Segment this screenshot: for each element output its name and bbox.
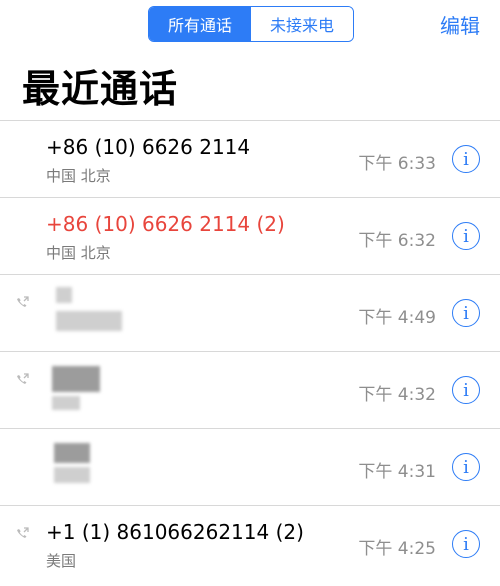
outgoing-call-icon-svg xyxy=(17,527,29,538)
caller-name: +1 (1) 861066262114 (2) xyxy=(46,520,304,544)
call-time: 下午 4:25 xyxy=(358,539,436,559)
segment-missed-calls[interactable]: 未接来电 xyxy=(251,7,353,41)
call-time: 下午 4:49 xyxy=(358,308,436,328)
call-time: 下午 6:32 xyxy=(358,231,436,251)
outgoing-call-icon xyxy=(14,295,30,311)
redacted-contact-block xyxy=(56,311,122,331)
call-row[interactable]: 下午 4:31 i xyxy=(0,429,500,506)
redacted-contact-block xyxy=(56,287,72,303)
outgoing-call-icon-svg xyxy=(17,296,29,307)
caller-location: 美国 xyxy=(46,552,77,570)
navigation-bar: 所有通话 未接来电 编辑 xyxy=(0,0,500,52)
call-row[interactable]: +1 (1) 861066262114 (2) 美国 下午 4:25 i xyxy=(0,506,500,583)
call-time: 下午 6:33 xyxy=(358,154,436,174)
info-circle-icon[interactable]: i xyxy=(452,145,480,173)
outgoing-call-icon-svg xyxy=(17,373,29,384)
page-title: 最近通话 xyxy=(22,67,179,111)
redacted-contact-block xyxy=(54,443,90,463)
redacted-contact-block xyxy=(54,467,90,483)
call-row[interactable]: +86 (10) 6626 2114 中国 北京 下午 6:33 i xyxy=(0,121,500,198)
call-filter-segmented-control[interactable]: 所有通话 未接来电 xyxy=(148,6,354,42)
call-time: 下午 4:32 xyxy=(358,385,436,405)
caller-name: +86 (10) 6626 2114 xyxy=(46,135,251,159)
segment-all-calls[interactable]: 所有通话 xyxy=(149,7,251,41)
info-circle-icon[interactable]: i xyxy=(452,299,480,327)
call-row[interactable]: +86 (10) 6626 2114 (2) 中国 北京 下午 6:32 i xyxy=(0,198,500,275)
call-time: 下午 4:31 xyxy=(358,462,436,482)
edit-button[interactable]: 编辑 xyxy=(440,10,480,39)
caller-location: 中国 北京 xyxy=(46,167,111,185)
info-circle-icon[interactable]: i xyxy=(452,222,480,250)
info-circle-icon[interactable]: i xyxy=(452,530,480,558)
redacted-contact-block xyxy=(52,366,100,392)
redacted-contact-block xyxy=(52,396,80,410)
outgoing-call-icon xyxy=(14,526,30,542)
call-row[interactable]: 下午 4:49 i xyxy=(0,275,500,352)
caller-name: +86 (10) 6626 2114 (2) xyxy=(46,212,285,236)
outgoing-call-icon xyxy=(14,372,30,388)
call-row[interactable]: 下午 4:32 i xyxy=(0,352,500,429)
recent-calls-list: +86 (10) 6626 2114 中国 北京 下午 6:33 i +86 (… xyxy=(0,120,500,583)
info-circle-icon[interactable]: i xyxy=(452,453,480,481)
info-circle-icon[interactable]: i xyxy=(452,376,480,404)
caller-location: 中国 北京 xyxy=(46,244,111,262)
